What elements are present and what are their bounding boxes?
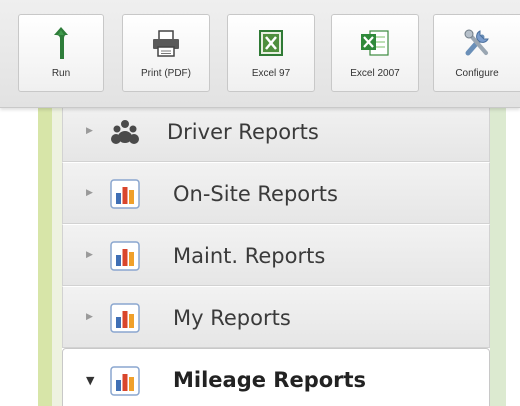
sidebar-accent-strip <box>38 108 52 406</box>
sidebar-right-strip <box>490 108 506 406</box>
expand-arrow-icon[interactable]: ▶ <box>86 287 93 347</box>
print-pdf-button[interactable]: Print (PDF) <box>122 14 210 92</box>
expand-arrow-icon[interactable]: ▶ <box>86 101 93 161</box>
configure-label: Configure <box>455 68 499 79</box>
collapse-arrow-icon[interactable]: ▼ <box>86 349 94 406</box>
run-label: Run <box>51 68 71 79</box>
report-item-mileage[interactable]: ▼ Mileage Reports <box>62 348 490 406</box>
report-label: My Reports <box>173 306 291 330</box>
report-label: Mileage Reports <box>173 368 367 392</box>
excel-2007-icon <box>361 30 389 56</box>
report-item-my[interactable]: ▶ My Reports <box>62 286 490 348</box>
report-toolbar: Run Print (PDF) Excel 97 Excel 2007 Conf… <box>0 0 520 108</box>
report-category-list: ▶ Driver Reports ▶ On-Site Reports ▶ Mai… <box>62 100 490 406</box>
bar-chart-icon <box>110 241 140 271</box>
print-pdf-label: Print (PDF) <box>141 68 191 79</box>
report-label: Maint. Reports <box>173 244 326 268</box>
excel-2007-label: Excel 2007 <box>350 68 400 79</box>
configure-button[interactable]: Configure <box>433 14 520 92</box>
excel-2007-button[interactable]: Excel 2007 <box>331 14 419 92</box>
people-group-icon <box>111 120 139 144</box>
bar-chart-icon <box>110 303 140 333</box>
excel-97-icon <box>259 30 283 56</box>
tools-icon <box>464 29 489 56</box>
expand-arrow-icon[interactable]: ▶ <box>86 225 93 285</box>
bar-chart-icon <box>110 179 140 209</box>
sidebar-inner-strip <box>52 108 62 406</box>
report-item-maint[interactable]: ▶ Maint. Reports <box>62 224 490 286</box>
report-item-driver[interactable]: ▶ Driver Reports <box>62 100 490 162</box>
bar-chart-icon <box>110 366 140 396</box>
report-label: Driver Reports <box>167 120 319 144</box>
expand-arrow-icon[interactable]: ▶ <box>86 163 93 223</box>
report-label: On-Site Reports <box>173 182 338 206</box>
run-arrow-icon <box>54 27 68 59</box>
printer-icon <box>153 30 179 57</box>
report-item-onsite[interactable]: ▶ On-Site Reports <box>62 162 490 224</box>
run-button[interactable]: Run <box>18 14 104 92</box>
excel-97-label: Excel 97 <box>251 68 291 79</box>
excel-97-button[interactable]: Excel 97 <box>227 14 315 92</box>
